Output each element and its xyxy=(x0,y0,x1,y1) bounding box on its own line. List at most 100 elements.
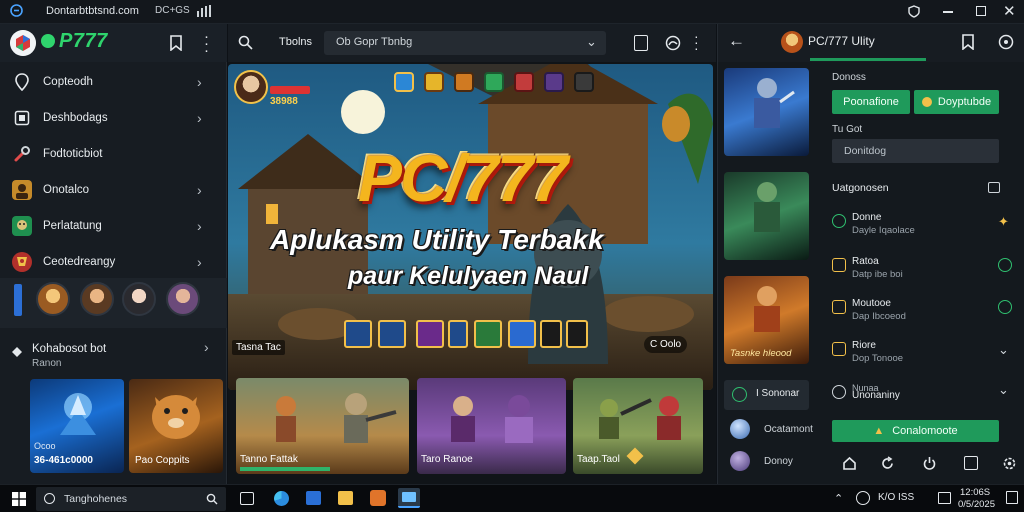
text-field[interactable]: Donitdog xyxy=(832,139,999,163)
refresh-icon[interactable] xyxy=(880,456,895,476)
left-list-item[interactable]: Ocatamont xyxy=(724,416,813,444)
item-slot[interactable] xyxy=(474,320,502,348)
list-item[interactable]: Riore Dop Tonooe ⌄ xyxy=(832,340,1014,376)
game-card[interactable]: Ocoo 36-461c0000 xyxy=(30,379,124,473)
target-icon[interactable] xyxy=(998,34,1014,55)
item-slot[interactable] xyxy=(378,320,406,348)
right-panel: ← PC/777 Ulity Tasnke hleood I Sononar O… xyxy=(717,24,1024,484)
thumbnail-card[interactable] xyxy=(724,172,809,260)
avatar[interactable] xyxy=(166,282,200,316)
game-card[interactable]: Pao Coppits xyxy=(129,379,223,473)
hero-subheadline: paur Kelulyaen Naul xyxy=(348,262,589,290)
chat-icon[interactable] xyxy=(988,182,1000,193)
footer-button[interactable]: ▲ Conalomoote xyxy=(832,420,999,442)
settings-icon[interactable] xyxy=(1002,456,1017,476)
avatar[interactable] xyxy=(80,282,114,316)
shield-icon[interactable] xyxy=(908,5,920,21)
item-slot[interactable] xyxy=(416,320,444,348)
avatar[interactable] xyxy=(36,282,70,316)
sidebar-item-perlatatung[interactable]: Perlatatung › xyxy=(0,208,227,244)
bookmark-icon[interactable] xyxy=(961,34,975,55)
shield-icon[interactable] xyxy=(574,72,594,92)
thumbnail-card[interactable] xyxy=(724,68,809,156)
bottom-nav xyxy=(818,448,1024,484)
chevron-down-icon: ⌄ xyxy=(998,382,1009,397)
sidebar-item-label: Onotalco xyxy=(43,184,90,196)
task-view-icon[interactable] xyxy=(240,492,254,505)
volume-icon[interactable] xyxy=(938,492,951,504)
check-icon xyxy=(832,214,846,228)
game-card[interactable]: Tanno Fattak xyxy=(236,378,409,474)
tab-secondary[interactable]: DC+GS xyxy=(155,5,190,16)
more-menu-icon[interactable]: · · · xyxy=(204,29,209,58)
potion-icon[interactable] xyxy=(544,72,564,92)
folder-icon[interactable] xyxy=(338,491,353,505)
list-item[interactable]: Ratoa Datp ibe boi xyxy=(832,256,1014,292)
secondary-button[interactable]: Doyptubde xyxy=(914,90,999,114)
sidebar-item-dashboards[interactable]: Deshbodags › xyxy=(0,100,227,136)
maximize-button[interactable] xyxy=(976,6,986,16)
player-avatar[interactable] xyxy=(234,70,268,104)
sidebar-item-tools[interactable]: Fodtoticbiot xyxy=(0,136,227,172)
edit-icon[interactable] xyxy=(964,456,978,470)
sidebar-item-copteodh[interactable]: Copteodh › xyxy=(0,64,227,100)
network-icon[interactable] xyxy=(856,491,870,505)
avatar[interactable] xyxy=(122,282,156,316)
thumbnail-card[interactable]: Tasnke hleood xyxy=(724,276,809,364)
item-slot[interactable] xyxy=(540,320,562,348)
power-icon[interactable] xyxy=(922,456,937,476)
hero-banner[interactable]: 38988 PC/777 Aplukasm Utility Terbakk pa… xyxy=(228,64,713,390)
square-icon xyxy=(832,300,846,314)
list-item-sub: Dop Tonooe xyxy=(852,353,904,364)
back-arrow-icon[interactable]: ← xyxy=(728,31,745,51)
left-list-item[interactable]: Donoy xyxy=(724,448,809,476)
left-list-item-active[interactable]: I Sononar xyxy=(724,380,809,410)
item-slot[interactable] xyxy=(344,320,372,348)
mail-icon[interactable] xyxy=(306,491,321,505)
search-input[interactable]: Ob Gopr Tbnbg ⌄ xyxy=(324,31,606,55)
item-slot[interactable] xyxy=(448,320,468,348)
active-app-icon[interactable] xyxy=(398,488,420,508)
gem-icon[interactable] xyxy=(484,72,504,92)
more-menu-icon[interactable]: · · · xyxy=(694,29,699,55)
home-icon[interactable] xyxy=(842,456,857,476)
notification-icon[interactable] xyxy=(1006,491,1018,504)
item-slot[interactable] xyxy=(566,320,588,348)
edge-browser-icon[interactable] xyxy=(274,491,289,506)
gift-icon[interactable] xyxy=(514,72,534,92)
windows-start-icon[interactable] xyxy=(12,492,26,511)
game-card[interactable]: Taro Ranoe xyxy=(417,378,566,474)
section-header[interactable]: Kohabosot bot Ranon › xyxy=(0,336,227,376)
store-icon[interactable] xyxy=(370,490,386,506)
toolbar-tab[interactable]: Tbolns xyxy=(279,36,312,48)
shield-icon xyxy=(998,258,1012,272)
taskbar-search-input[interactable]: Tanghohenes xyxy=(36,487,226,511)
clock-date[interactable]: 0/5/2025 xyxy=(958,499,995,510)
list-item-name: Donne xyxy=(852,212,882,223)
primary-button[interactable]: Poonafione xyxy=(832,90,910,114)
globe-icon[interactable] xyxy=(665,35,681,56)
game-card-label: Taap.Taol xyxy=(577,454,620,465)
close-button[interactable]: ✕ xyxy=(1003,2,1016,20)
avatar-strip xyxy=(0,278,227,328)
page-icon[interactable] xyxy=(634,35,648,51)
right-panel-title: PC/777 Ulity xyxy=(808,34,875,48)
minimize-button[interactable] xyxy=(943,11,953,13)
item-slot[interactable] xyxy=(508,320,536,348)
list-item[interactable]: Donne Dayle Iqaolace ✦ xyxy=(832,212,1014,248)
chest-icon[interactable] xyxy=(424,72,444,92)
clock-time[interactable]: 12:06S xyxy=(960,487,990,498)
left-list-label: Donoy xyxy=(764,456,793,467)
sidebar-item-ceotedreangy[interactable]: Ceotedreangy › xyxy=(0,244,227,280)
sidebar-item-onotalco[interactable]: Onotalco › xyxy=(0,172,227,208)
coin-icon[interactable] xyxy=(454,72,474,92)
bookmark-icon[interactable] xyxy=(169,35,183,56)
chevron-up-icon[interactable]: ⌃ xyxy=(834,492,843,505)
game-card[interactable]: Taap.Taol xyxy=(573,378,703,474)
hero-badge-right[interactable]: C Oolo xyxy=(644,336,688,353)
warning-icon: ▲ xyxy=(873,425,885,437)
search-icon[interactable] xyxy=(238,35,253,55)
list-item[interactable]: Nunaa Unonaniny ⌄ xyxy=(832,380,1014,416)
badge-icon[interactable] xyxy=(394,72,414,92)
list-item[interactable]: Moutooe Dap Ibcoeod xyxy=(832,298,1014,334)
